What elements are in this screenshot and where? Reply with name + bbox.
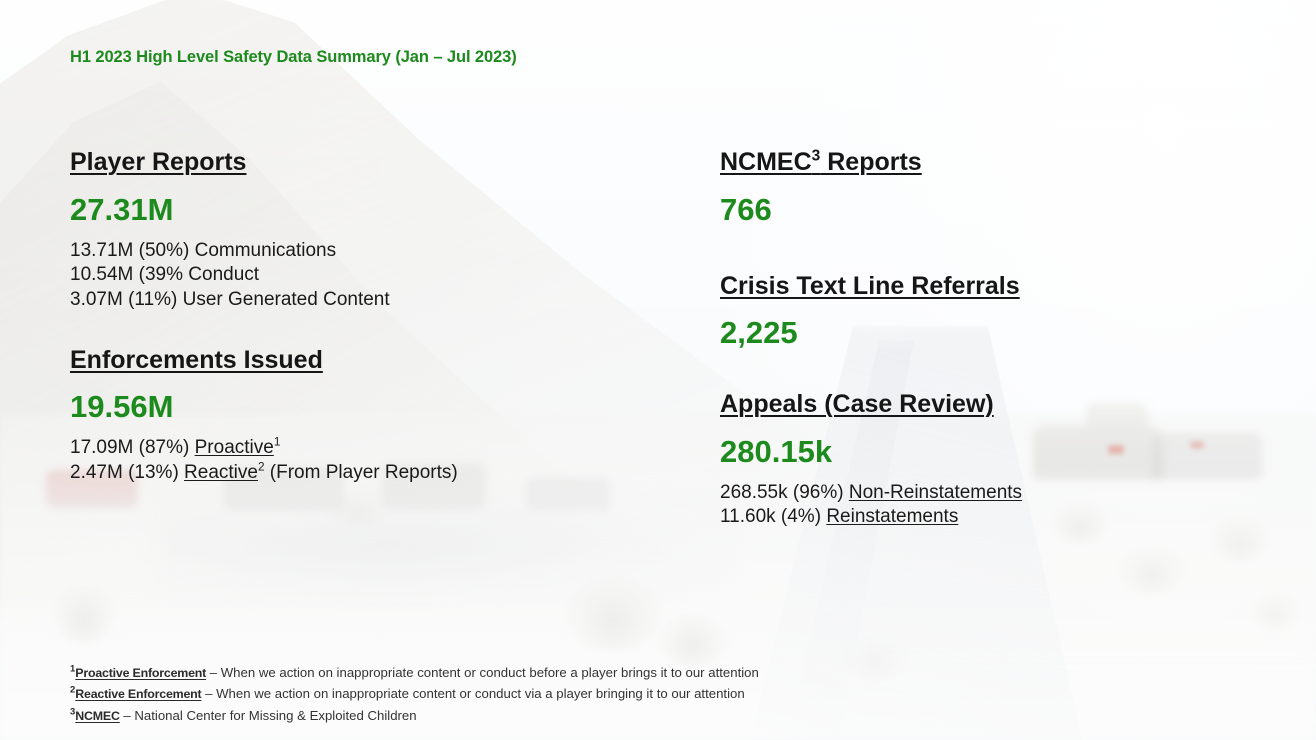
metric-value-enforcements-issued: 19.56M (70, 389, 174, 425)
column-spacer (70, 313, 670, 346)
metric-enforcements-issued: Enforcements Issued 19.56M 17.09M (87%) … (70, 346, 670, 486)
left-metrics-column: Player Reports 27.31M 13.71M (50%) Commu… (70, 148, 670, 486)
metric-player-reports: Player Reports 27.31M 13.71M (50%) Commu… (70, 148, 670, 313)
metric-line: 13.71M (50%) Communications (70, 239, 670, 264)
column-spacer (720, 227, 1280, 272)
metric-heading-player-reports: Player Reports (70, 148, 247, 176)
metric-line-term-reinstatements: Reinstatements (826, 506, 959, 528)
metric-breakdown-player-reports: 13.71M (50%) Communications 10.54M (39% … (70, 239, 670, 313)
metric-line: 268.55k (96%) Non-Reinstatements (720, 481, 1280, 506)
metric-line-term-reactive: Reactive (184, 461, 258, 483)
metric-heading-text: NCMEC (720, 148, 812, 176)
metric-line-term-proactive: Proactive (194, 437, 274, 459)
footnote-definition: – When we action on inappropriate conten… (206, 665, 759, 680)
metric-line-prefix: 17.09M (87%) (70, 437, 195, 459)
column-spacer (720, 350, 1280, 390)
footnote-item: 3NCMEC – National Center for Missing & E… (70, 705, 1070, 726)
metric-line-prefix: 13.71M (50%) Communications (70, 239, 337, 261)
right-metrics-column: NCMEC3 Reports 766 Crisis Text Line Refe… (720, 148, 1280, 530)
metric-line: 10.54M (39% Conduct (70, 263, 670, 288)
metric-breakdown-enforcements-issued: 17.09M (87%) Proactive1 2.47M (13%) Reac… (70, 436, 670, 485)
metric-line-prefix: 10.54M (39% Conduct (70, 264, 260, 286)
metric-heading-enforcements-issued: Enforcements Issued (70, 345, 323, 374)
footnote-term: NCMEC (75, 708, 120, 723)
metric-value-ncmec-reports: 766 (720, 191, 772, 227)
metric-line: 3.07M (11%) User Generated Content (70, 288, 670, 313)
metric-line: 17.09M (87%) Proactive1 (70, 436, 670, 461)
metric-value-player-reports: 27.31M (70, 191, 174, 227)
metric-breakdown-appeals: 268.55k (96%) Non-Reinstatements 11.60k … (720, 481, 1280, 530)
metric-value-crisis-text-line-referrals: 2,225 (720, 315, 798, 351)
metric-appeals-case-review: Appeals (Case Review) 280.15k 268.55k (9… (720, 390, 1280, 530)
footnotes-block: 1Proactive Enforcement – When we action … (70, 662, 1070, 726)
metric-line: 2.47M (13%) Reactive2 (From Player Repor… (70, 461, 670, 486)
metric-line-prefix: 11.60k (4%) (720, 506, 827, 528)
metric-ncmec-reports: NCMEC3 Reports 766 (720, 148, 1280, 227)
footnote-ref: 3 (811, 147, 821, 165)
metric-crisis-text-line-referrals: Crisis Text Line Referrals 2,225 (720, 272, 1280, 351)
metric-heading-crisis-text-line-referrals: Crisis Text Line Referrals (720, 271, 1020, 300)
footnote-item: 1Proactive Enforcement – When we action … (70, 662, 1070, 683)
slide-content: H1 2023 High Level Safety Data Summary (… (0, 0, 1316, 740)
metric-line-term-non-reinstatements: Non-Reinstatements (848, 481, 1023, 503)
metric-line-prefix: 268.55k (96%) (720, 481, 849, 503)
footnote-definition: – National Center for Missing & Exploite… (119, 707, 417, 723)
footnote-ref: 1 (273, 435, 281, 449)
footnote-term: Reactive Enforcement (75, 687, 202, 702)
footnote-item: 2Reactive Enforcement – When we action o… (70, 683, 1070, 704)
footnote-term: Proactive Enforcement (75, 666, 207, 680)
footnote-definition: – When we action on inappropriate conten… (201, 686, 745, 702)
metric-line-prefix: 3.07M (11%) User Generated Content (70, 288, 390, 310)
metric-line-prefix: 2.47M (13%) (70, 461, 185, 483)
slide-canvas: H1 2023 High Level Safety Data Summary (… (0, 0, 1316, 740)
slide-title: H1 2023 High Level Safety Data Summary (… (70, 48, 517, 66)
metric-heading-tail: Reports (820, 148, 922, 176)
metric-heading-appeals-case-review: Appeals (Case Review) (720, 390, 994, 419)
metric-line: 11.60k (4%) Reinstatements (720, 505, 1280, 530)
metric-heading-ncmec-reports: NCMEC3 Reports (720, 148, 1280, 178)
metric-line-suffix: (From Player Reports) (264, 461, 458, 483)
metric-value-appeals-case-review: 280.15k (720, 433, 833, 469)
